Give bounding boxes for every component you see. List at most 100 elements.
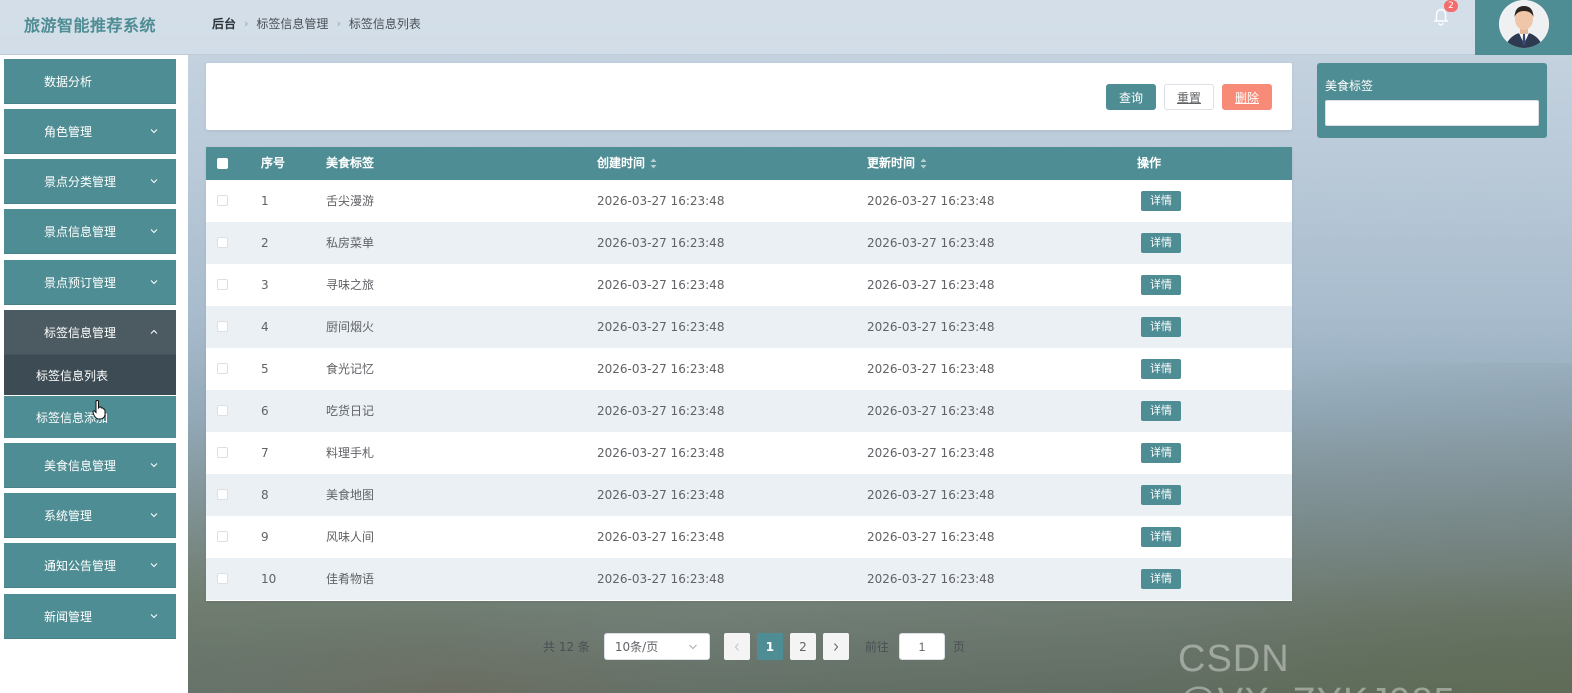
breadcrumb-tag-management[interactable]: 标签信息管理 [256, 15, 328, 32]
detail-button[interactable]: 详情 [1141, 443, 1181, 463]
app-title: 旅游智能推荐系统 [24, 16, 157, 35]
sidebar-item-news-management[interactable]: 新闻管理 [4, 594, 176, 639]
chevron-down-icon [150, 563, 158, 568]
column-header-updated[interactable]: 更新时间 [867, 147, 927, 180]
row-updated: 2026-03-27 16:23:48 [867, 320, 995, 334]
row-tag: 寻味之旅 [326, 278, 375, 292]
row-checkbox[interactable] [217, 363, 228, 374]
sort-icon[interactable] [920, 158, 927, 169]
sidebar-item-label: 新闻管理 [44, 609, 93, 624]
sidebar-item-tag-management[interactable]: 标签信息管理 [4, 310, 176, 355]
row-updated: 2026-03-27 16:23:48 [867, 446, 995, 460]
detail-button[interactable]: 详情 [1141, 317, 1181, 337]
chevron-down-icon [150, 280, 158, 285]
row-created: 2026-03-27 16:23:48 [597, 362, 725, 376]
sidebar-item-label: 标签信息管理 [44, 325, 117, 340]
detail-button[interactable]: 详情 [1141, 527, 1181, 547]
sidebar-subitem-tag-list[interactable]: 标签信息列表 [4, 355, 176, 395]
row-created: 2026-03-27 16:23:48 [597, 404, 725, 418]
row-checkbox[interactable] [217, 321, 228, 332]
sidebar-item-scenic-info[interactable]: 景点信息管理 [4, 209, 176, 254]
sidebar-item-label: 美食信息管理 [44, 458, 117, 473]
page-button-1[interactable]: 1 [756, 633, 783, 660]
sidebar-item-data-analysis[interactable]: 数据分析 [4, 59, 176, 104]
top-header: 旅游智能推荐系统 后台 › 标签信息管理 › 标签信息列表 2 [0, 0, 1572, 55]
query-button[interactable]: 查询 [1106, 84, 1156, 110]
chevron-down-icon [150, 463, 158, 468]
table-row: 5 食光记忆 2026-03-27 16:23:48 2026-03-27 16… [206, 348, 1292, 390]
hand-cursor-icon [92, 400, 106, 420]
delete-button[interactable]: 删除 [1222, 84, 1272, 110]
row-tag: 舌尖漫游 [326, 194, 375, 208]
row-checkbox[interactable] [217, 447, 228, 458]
reset-button[interactable]: 重置 [1164, 84, 1214, 110]
prev-page-button[interactable] [723, 633, 750, 660]
chevron-right-icon: › [244, 17, 249, 30]
sidebar-item-label: 景点信息管理 [44, 224, 117, 239]
column-header-created[interactable]: 创建时间 [597, 147, 657, 180]
row-no: 4 [261, 320, 269, 334]
table-row: 10 佳肴物语 2026-03-27 16:23:48 2026-03-27 1… [206, 558, 1292, 600]
search-panel: 查询 重置 删除 [206, 63, 1292, 130]
row-created: 2026-03-27 16:23:48 [597, 278, 725, 292]
row-checkbox[interactable] [217, 279, 228, 290]
food-tag-input[interactable] [1325, 100, 1539, 126]
user-menu[interactable] [1475, 0, 1572, 55]
breadcrumb-tag-list: 标签信息列表 [348, 17, 421, 31]
next-page-button[interactable] [822, 633, 849, 660]
row-created: 2026-03-27 16:23:48 [597, 236, 725, 250]
sidebar-item-scenic-category[interactable]: 景点分类管理 [4, 159, 176, 204]
chevron-down-icon [150, 614, 158, 619]
row-checkbox[interactable] [217, 405, 228, 416]
page-size-value: 10条/页 [614, 640, 659, 654]
chevron-right-icon [834, 642, 839, 651]
row-tag: 美食地图 [326, 488, 375, 502]
row-tag: 风味人间 [326, 530, 375, 544]
column-header-label: 更新时间 [867, 156, 916, 170]
row-updated: 2026-03-27 16:23:48 [867, 362, 995, 376]
table-row: 2 私房菜单 2026-03-27 16:23:48 2026-03-27 16… [206, 222, 1292, 264]
detail-button[interactable]: 详情 [1141, 401, 1181, 421]
detail-button[interactable]: 详情 [1141, 233, 1181, 253]
row-created: 2026-03-27 16:23:48 [597, 572, 725, 586]
avatar[interactable] [1499, 0, 1549, 48]
row-checkbox[interactable] [217, 489, 228, 500]
row-checkbox[interactable] [217, 531, 228, 542]
row-created: 2026-03-27 16:23:48 [597, 446, 725, 460]
table-row: 6 吃货日记 2026-03-27 16:23:48 2026-03-27 16… [206, 390, 1292, 432]
sidebar-subitem-label: 标签信息列表 [36, 368, 109, 383]
sidebar: 数据分析 角色管理 景点分类管理 景点信息管理 景点预订管理 标签信息管理 标签… [0, 55, 188, 693]
sidebar-item-notice-management[interactable]: 通知公告管理 [4, 543, 176, 588]
page-size-select[interactable]: 10条/页 [603, 633, 710, 660]
sidebar-item-scenic-booking[interactable]: 景点预订管理 [4, 260, 176, 305]
goto-page-input[interactable] [898, 633, 945, 660]
row-checkbox[interactable] [217, 237, 228, 248]
detail-button[interactable]: 详情 [1141, 359, 1181, 379]
row-created: 2026-03-27 16:23:48 [597, 194, 725, 208]
row-checkbox[interactable] [217, 195, 228, 206]
filter-panel: 美食标签 [1317, 63, 1547, 138]
row-updated: 2026-03-27 16:23:48 [867, 404, 995, 418]
row-updated: 2026-03-27 16:23:48 [867, 530, 995, 544]
sidebar-item-food-management[interactable]: 美食信息管理 [4, 443, 176, 488]
detail-button[interactable]: 详情 [1141, 485, 1181, 505]
sidebar-item-system-management[interactable]: 系统管理 [4, 493, 176, 538]
detail-button[interactable]: 详情 [1141, 275, 1181, 295]
watermark: CSDN @VX_ZYKJ985 [1178, 638, 1455, 693]
table-row: 8 美食地图 2026-03-27 16:23:48 2026-03-27 16… [206, 474, 1292, 516]
sidebar-subitem-tag-add[interactable]: 标签信息添加 [4, 396, 176, 438]
select-all-checkbox[interactable] [217, 158, 228, 169]
chevron-right-icon: › [336, 17, 341, 30]
data-table: 序号 美食标签 创建时间 更新时间 操作 1 舌尖漫游 2026-03-27 1… [206, 147, 1292, 601]
row-checkbox[interactable] [217, 573, 228, 584]
sidebar-item-role-management[interactable]: 角色管理 [4, 109, 176, 154]
detail-button[interactable]: 详情 [1141, 569, 1181, 589]
page-button-2[interactable]: 2 [789, 633, 816, 660]
breadcrumb-home[interactable]: 后台 [212, 15, 236, 32]
row-updated: 2026-03-27 16:23:48 [867, 572, 995, 586]
detail-button[interactable]: 详情 [1141, 191, 1181, 211]
chevron-left-icon [734, 642, 739, 651]
sort-icon[interactable] [650, 158, 657, 169]
sidebar-item-label: 数据分析 [44, 74, 93, 89]
row-no: 1 [261, 194, 269, 208]
